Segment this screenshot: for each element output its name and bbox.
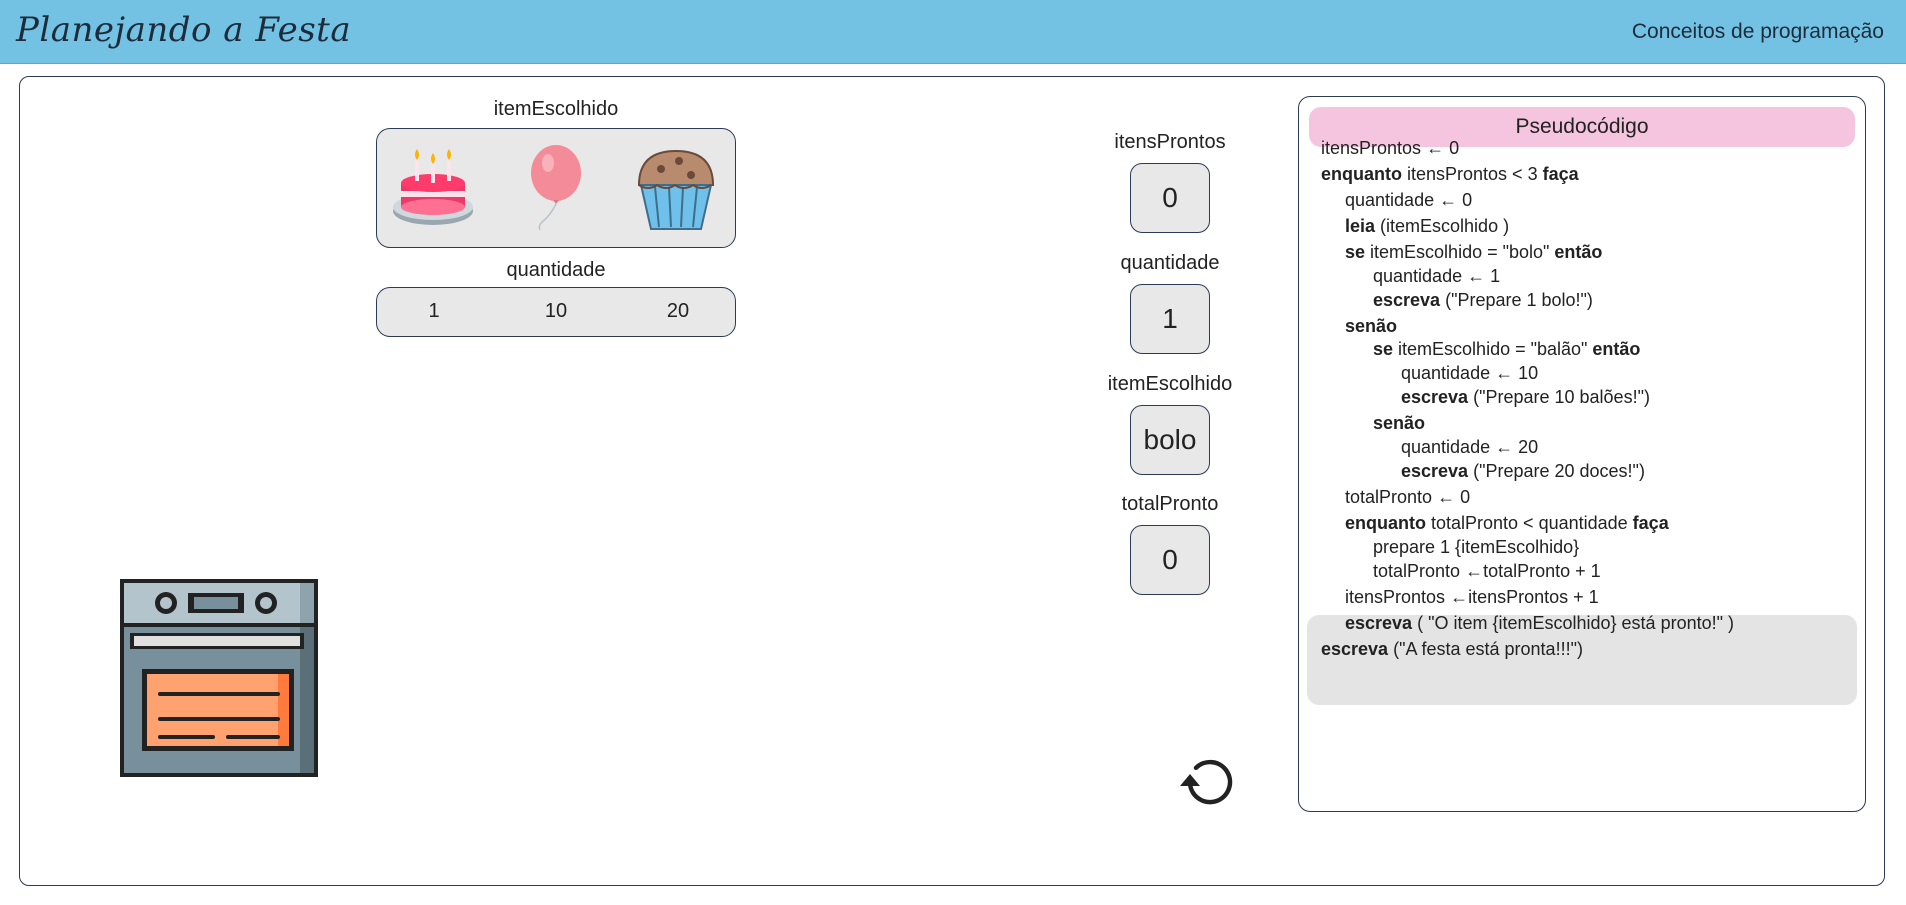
cake-icon	[393, 149, 473, 225]
var-totalpronto-label: totalPronto	[1121, 493, 1219, 515]
pseudocode-line: enquanto totalPronto < quantidade faça	[1345, 513, 1669, 533]
reset-icon	[1180, 759, 1233, 805]
choice-item-bolo[interactable]	[391, 143, 481, 233]
pseudocode-line: quantidade ← 20	[1401, 437, 1539, 457]
choice-item-doce[interactable]	[631, 143, 721, 233]
item-chooser	[376, 128, 736, 248]
pseudocode-line: senão	[1345, 316, 1398, 336]
pseudocode-line: se itemEscolhido = "bolo" então	[1345, 242, 1603, 262]
quantity-chooser-label: quantidade	[506, 259, 606, 281]
choice-item-balao[interactable]	[511, 143, 601, 233]
pseudocode-line: quantidade ← 1	[1373, 266, 1501, 286]
cupcake-icon	[637, 149, 715, 230]
pseudocode-line: quantidade ← 0	[1345, 190, 1473, 210]
pseudocode-line: escreva ( "O item {itemEscolhido} está p…	[1345, 613, 1734, 633]
item-chooser-label: itemEscolhido	[493, 98, 619, 120]
pseudocode-panel: Pseudocódigo itensProntos ← 0 enquanto it…	[1298, 96, 1866, 812]
quantity-option-1[interactable]: 1	[394, 288, 474, 335]
quantity-option-10[interactable]: 10	[516, 288, 596, 335]
var-itemescolhido-label: itemEscolhido	[1107, 373, 1233, 395]
pseudocode-line: se itemEscolhido = "balão" então	[1373, 339, 1641, 359]
reset-button[interactable]	[1176, 752, 1236, 812]
var-itemescolhido-value: bolo	[1130, 405, 1210, 475]
pseudocode-line: escreva ("Prepare 1 bolo!")	[1373, 290, 1593, 310]
quantity-chooser: 1 10 20	[376, 287, 736, 337]
oven-icon	[120, 579, 318, 777]
balloon-icon	[531, 145, 581, 231]
pseudocode-line: quantidade ← 10	[1401, 363, 1539, 383]
pseudocode-line: totalPronto ←totalPronto + 1	[1373, 561, 1601, 581]
pseudocode-line: itensProntos ←itensProntos + 1	[1345, 587, 1599, 607]
quantity-option-20[interactable]: 20	[638, 288, 718, 335]
oven-area	[118, 577, 320, 779]
pseudocode-line: itensProntos ← 0	[1321, 138, 1460, 158]
pseudocode-line: escreva ("Prepare 10 balões!")	[1401, 387, 1650, 407]
pseudocode-line: senão	[1373, 413, 1426, 433]
var-totalpronto-value: 0	[1130, 525, 1210, 595]
pseudocode-line: leia (itemEscolhido )	[1345, 216, 1510, 236]
app-title: Planejando a Festa	[16, 10, 352, 50]
top-bar: Planejando a Festa Conceitos de programa…	[0, 0, 1906, 64]
concepts-link[interactable]: Conceitos de programação	[1632, 20, 1884, 44]
var-quantidade-label: quantidade	[1120, 252, 1220, 274]
pseudocode-line: escreva ("Prepare 20 doces!")	[1401, 461, 1645, 481]
pseudocode-line: prepare 1 {itemEscolhido}	[1373, 537, 1580, 557]
var-quantidade-value: 1	[1130, 284, 1210, 354]
pseudocode-line: escreva ("A festa está pronta!!!")	[1321, 639, 1583, 659]
pseudocode-line: totalPronto ← 0	[1345, 487, 1471, 507]
var-itensprontos-label: itensProntos	[1114, 131, 1226, 153]
var-itensprontos-value: 0	[1130, 163, 1210, 233]
pseudocode-line: enquanto itensProntos < 3 faça	[1321, 164, 1579, 184]
